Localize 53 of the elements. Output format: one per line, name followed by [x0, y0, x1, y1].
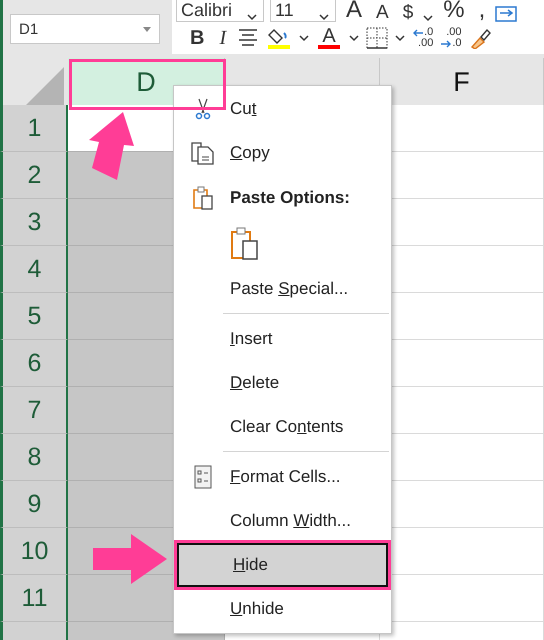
paste-option-icon[interactable]: [230, 227, 260, 261]
menu-item[interactable]: Insert: [176, 317, 389, 361]
toolbar-button[interactable]: ,: [474, 0, 490, 22]
toolbar-button[interactable]: %: [439, 0, 469, 22]
right-arrow-icon: [440, 40, 452, 48]
decrease-decimal-button[interactable]: .00 .0: [440, 27, 462, 49]
toolbar-button[interactable]: A: [342, 0, 366, 22]
paintbrush-icon[interactable]: [468, 27, 492, 49]
font-name-dropdown[interactable]: Calibri: [176, 0, 264, 22]
left-arrow-icon: [412, 28, 424, 36]
toolbar-button[interactable]: $: [398, 3, 418, 22]
menu-item[interactable]: Column Width...: [176, 499, 389, 543]
row-header[interactable]: 6: [0, 340, 68, 387]
dropdown-arrow-icon[interactable]: [143, 26, 151, 32]
menu-item[interactable]: Unhide: [176, 587, 389, 631]
menu-item[interactable]: Paste Special...: [176, 267, 389, 311]
caret-icon[interactable]: [349, 34, 360, 42]
clipboard-icon: [192, 186, 214, 210]
bold-button[interactable]: B: [186, 28, 208, 48]
menu-item[interactable]: Copy: [176, 131, 389, 175]
column-header[interactable]: F: [380, 58, 544, 107]
wrap-text-icon[interactable]: [495, 6, 518, 22]
caret-icon[interactable]: [423, 14, 434, 22]
row-header[interactable]: 5: [0, 293, 68, 340]
borders-icon[interactable]: [366, 27, 388, 49]
select-all-corner[interactable]: [0, 58, 68, 107]
menu-item[interactable]: Clear Contents: [176, 405, 389, 449]
caret-icon[interactable]: [299, 34, 310, 42]
increase-decimal-button[interactable]: .0 .00: [412, 27, 434, 49]
row-header[interactable]: 2: [0, 152, 68, 199]
menu-item[interactable]: Hide: [177, 543, 388, 587]
row-header[interactable]: 11: [0, 575, 68, 622]
copy-icon: [190, 141, 216, 165]
format-cells-icon: [194, 465, 212, 489]
row-header[interactable]: 9: [0, 481, 68, 528]
menu-section-title: Paste Options:: [230, 188, 350, 208]
menu-item[interactable]: Delete: [176, 361, 389, 405]
toolbar-button[interactable]: A: [372, 3, 393, 22]
italic-button[interactable]: I: [215, 28, 230, 48]
menu-item[interactable]: Format Cells...: [176, 455, 389, 499]
row-header[interactable]: 7: [0, 387, 68, 434]
row-header[interactable]: 10: [0, 528, 68, 575]
caret-icon[interactable]: [395, 34, 406, 42]
caret-icon[interactable]: [247, 13, 257, 21]
font-size-dropdown[interactable]: 11: [270, 0, 336, 22]
row-header[interactable]: 1: [0, 105, 68, 152]
row-header[interactable]: 3: [0, 199, 68, 246]
row-header[interactable]: 8: [0, 434, 68, 481]
caret-icon[interactable]: [319, 13, 329, 21]
row-header[interactable]: 4: [0, 246, 68, 293]
align-center-icon[interactable]: [237, 28, 260, 48]
scissors-icon: [195, 98, 211, 120]
name-box[interactable]: D1: [10, 14, 160, 44]
